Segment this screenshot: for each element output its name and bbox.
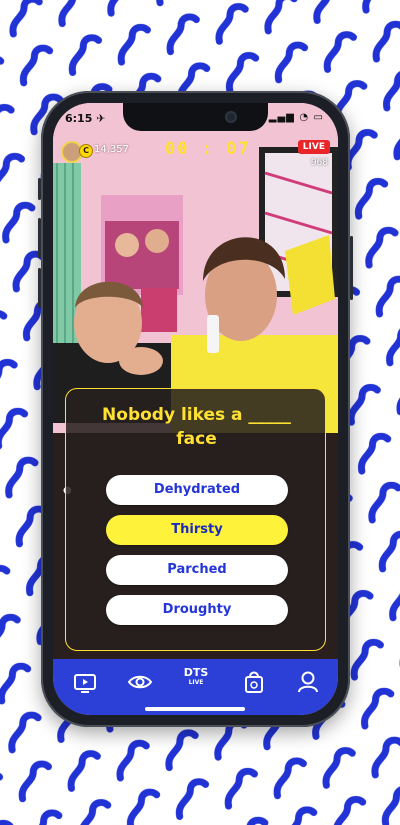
phone-volume-up [38,218,41,258]
nav-dts-live-tab[interactable]: DTS LIVE [180,666,212,687]
shopping-bag-icon [245,671,263,693]
tv-icon [74,674,96,693]
answer-option-parched[interactable]: Parched [106,555,288,585]
quiz-card: Nobody likes a _____ face Dehydrated Thi… [65,388,326,651]
dts-logo-text: DTS [183,666,209,679]
phone-silent-switch [38,178,41,200]
home-indicator[interactable] [145,707,245,711]
nav-profile-tab[interactable] [293,667,323,697]
nav-shop-tab[interactable] [239,667,269,697]
coin-icon: C [79,144,93,158]
screen-notch [123,103,268,131]
coin-balance: 14,357 [94,144,129,155]
status-bar-time: 6:15 ✈ [65,112,106,125]
phone-power-button [350,236,353,300]
answer-option-dehydrated[interactable]: Dehydrated [106,475,288,505]
nav-view-tab[interactable] [125,667,155,697]
countdown-timer: 00 : 07 [165,139,251,159]
nav-watch-tab[interactable] [70,667,100,697]
front-camera [225,111,237,123]
phone-screen: 6:15 ✈ ▂▄▆ ◔ ▭ C 14,357 00 : 07 LIVE 968… [53,103,338,715]
eye-icon [127,675,153,689]
dts-live-text: LIVE [188,679,204,686]
answer-option-thirsty[interactable]: Thirsty [106,515,288,545]
quiz-question: Nobody likes a _____ face [102,405,291,449]
status-bar-icons: ▂▄▆ ◔ ▭ [268,112,324,123]
viewer-count: 968 [310,158,328,168]
answer-option-droughty[interactable]: Droughty [106,595,288,625]
profile-icon [298,671,318,693]
live-badge: LIVE [297,140,330,154]
phone-volume-down [38,268,41,308]
